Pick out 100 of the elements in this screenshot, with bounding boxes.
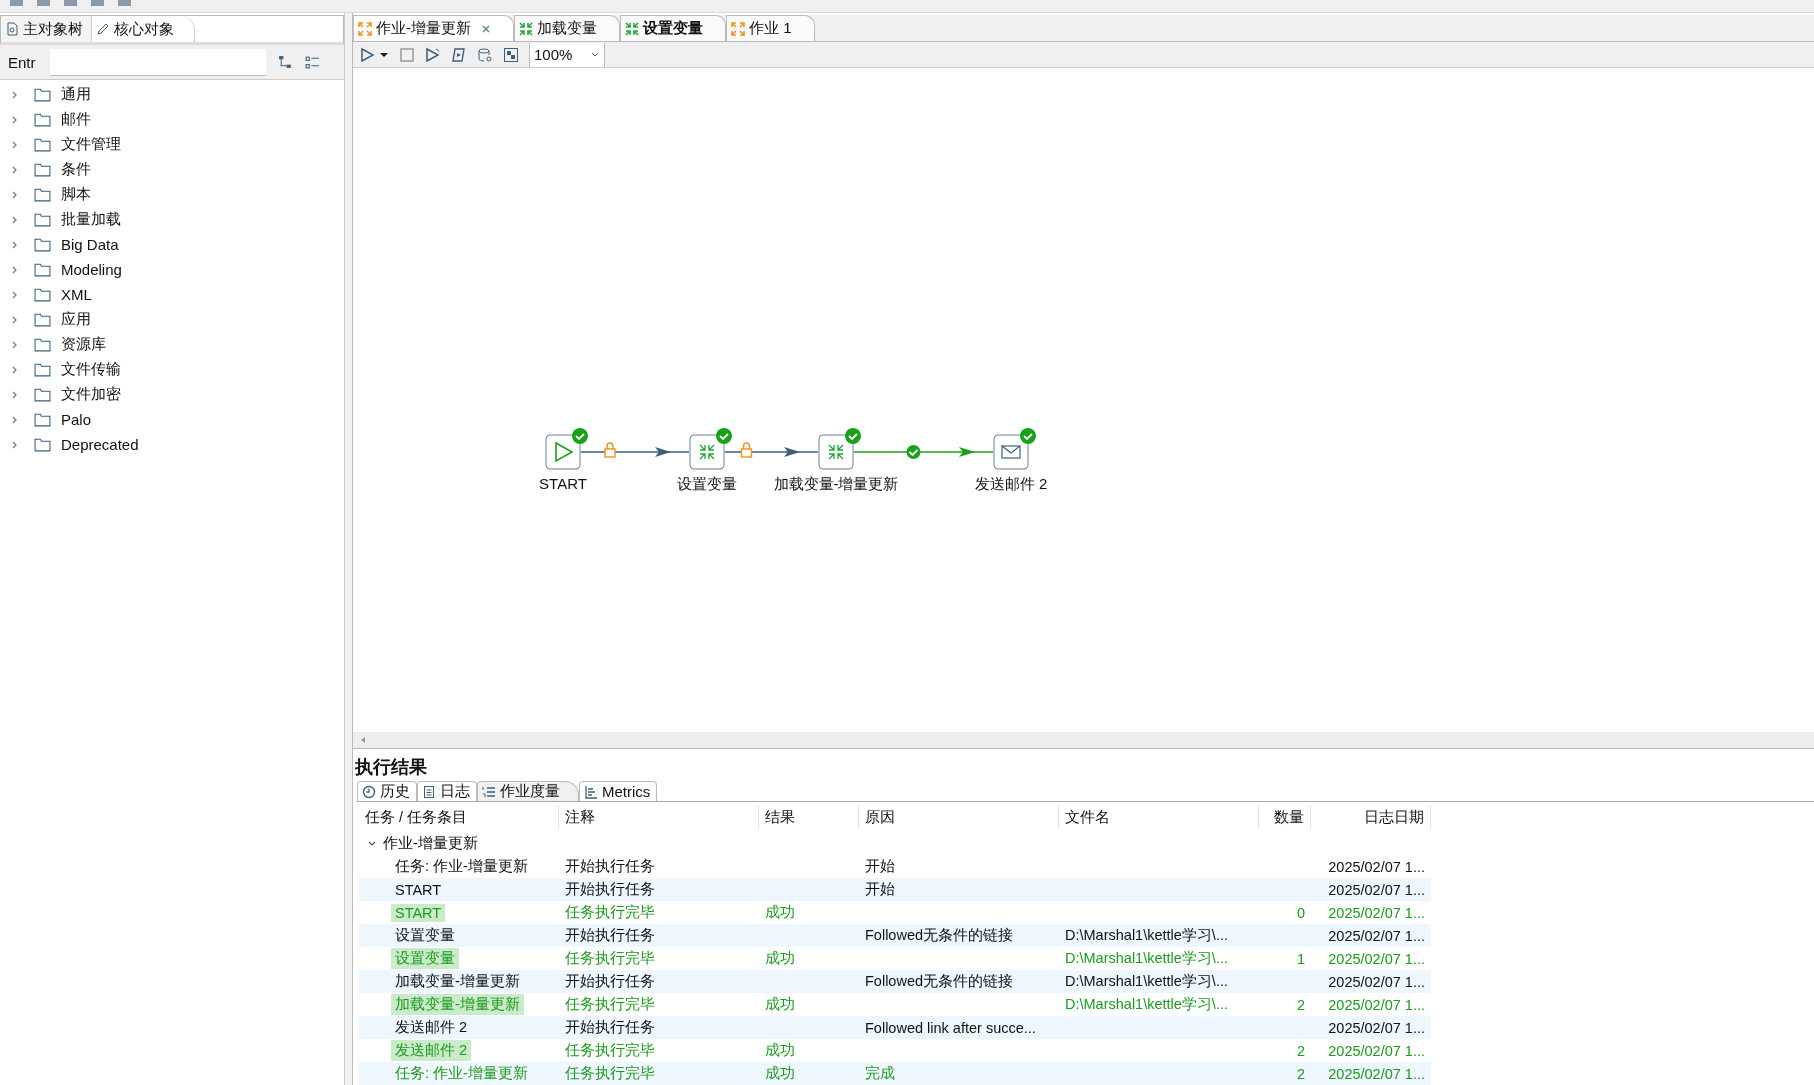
notepad-icon [422, 784, 436, 799]
editor-tab[interactable]: 作业 1 [726, 15, 815, 41]
table-cell: 2025/02/07 1... [1328, 996, 1425, 1013]
folder-icon [34, 362, 51, 377]
column-header[interactable]: 日志日期 [1311, 805, 1431, 829]
results-tab[interactable]: 日志 [417, 781, 477, 801]
node-label: 发送邮件 2 [974, 475, 1048, 492]
tree-item[interactable]: 批量加载 [61, 210, 121, 229]
column-header[interactable]: 文件名 [1059, 805, 1259, 829]
table-cell: 2025/02/07 1... [1328, 904, 1425, 921]
tree-item[interactable]: 邮件 [61, 110, 91, 129]
transformation-node[interactable] [818, 434, 854, 470]
hop-arrow[interactable] [853, 447, 994, 457]
table-cell-text: START [394, 880, 443, 899]
tree-item[interactable]: XML [61, 286, 92, 303]
lock-icon [604, 442, 616, 458]
node-label: START [539, 475, 587, 492]
tree-item[interactable]: Big Data [61, 236, 119, 253]
grid-icon[interactable] [503, 46, 519, 63]
list-icon[interactable] [305, 54, 320, 70]
table-cell: 开始执行任务 [565, 858, 655, 874]
results-tab[interactable]: 历史 [357, 781, 417, 801]
panel-tab[interactable]: 主对象树 [1, 16, 92, 42]
folder-icon [34, 237, 51, 252]
column-header[interactable]: 结果 [759, 805, 859, 829]
table-cell: 开始执行任务 [565, 973, 655, 989]
tree-item[interactable]: Modeling [61, 261, 122, 278]
close-icon[interactable] [481, 23, 491, 34]
hop-arrow[interactable] [580, 447, 690, 457]
folder-icon [34, 337, 51, 352]
table-cell: 2025/02/07 1... [1328, 1065, 1425, 1082]
folder-icon [34, 262, 51, 277]
tree-item[interactable]: Deprecated [61, 436, 139, 453]
table-cell: 1 [1296, 950, 1305, 967]
table-cell: Followed link after succe... [865, 1019, 1036, 1036]
table-cell: 成功 [765, 996, 795, 1012]
run-icon[interactable] [359, 46, 375, 63]
table-cell: D:\Marshal1\kettle学习\... [1065, 996, 1228, 1012]
folder-icon [34, 187, 51, 202]
tree-item[interactable]: 文件传输 [61, 360, 121, 379]
tree-item[interactable]: 文件管理 [61, 135, 121, 154]
column-header[interactable]: 数量 [1259, 805, 1311, 829]
folder-icon [34, 287, 51, 302]
results-tab[interactable]: Metrics [579, 781, 658, 801]
results-title: 执行结果 [354, 756, 428, 779]
document-icon [5, 22, 19, 36]
hierarchy-icon[interactable] [278, 54, 293, 70]
tree-item[interactable]: 条件 [61, 160, 91, 179]
tree-item[interactable]: 作业-增量更新 [383, 834, 478, 853]
column-header[interactable]: 原因 [859, 805, 1059, 829]
check-icon [906, 445, 921, 459]
column-header[interactable]: 注释 [559, 805, 759, 829]
tree-item[interactable]: Palo [61, 411, 92, 428]
node-label: 加载变量-增量更新 [773, 475, 899, 492]
table-cell: 开始 [865, 858, 895, 874]
folder-icon [34, 162, 51, 177]
table-cell: 开始执行任务 [565, 927, 655, 943]
database-search-icon[interactable] [477, 46, 493, 63]
tree-item[interactable]: 文件加密 [61, 385, 121, 404]
hop-arrow[interactable] [724, 447, 819, 457]
tree-item[interactable]: 通用 [61, 85, 91, 104]
start-node[interactable] [545, 434, 581, 470]
editor-tab[interactable]: 设置变量 [620, 15, 726, 41]
results-tab[interactable]: 作业度量 [477, 781, 579, 801]
table-cell: 开始执行任务 [565, 1019, 655, 1035]
scroll-bar[interactable] [353, 732, 1814, 748]
filter-label: Entr [8, 53, 37, 71]
tree-item[interactable]: 脚本 [61, 185, 91, 204]
table-cell: D:\Marshal1\kettle学习\... [1065, 927, 1228, 943]
table-cell: 2025/02/07 1... [1328, 950, 1425, 967]
table-cell: D:\Marshal1\kettle学习\... [1065, 973, 1228, 989]
folder-icon [34, 137, 51, 152]
table-cell: 2025/02/07 1... [1328, 973, 1425, 990]
preview-icon[interactable] [425, 46, 441, 63]
table-cell: 成功 [765, 950, 795, 966]
editor-tab[interactable]: 加载变量 [514, 15, 620, 41]
table-cell: 开始 [865, 881, 895, 897]
zoom-dropdown[interactable]: 100% [529, 42, 605, 67]
table-cell: 任务执行完毕 [565, 950, 655, 966]
folder-icon [34, 212, 51, 227]
table-cell: Followed无条件的链接 [865, 973, 1014, 989]
table-cell: D:\Marshal1\kettle学习\... [1065, 950, 1228, 966]
table-cell: 设置变量 [391, 948, 459, 969]
table-cell-text: 设置变量 [394, 926, 456, 945]
table-cell-text: 任务: 作业-增量更新 [394, 857, 529, 876]
filter-field[interactable] [50, 48, 266, 76]
tree-item[interactable]: 应用 [61, 310, 91, 329]
transformation-node[interactable] [689, 434, 725, 470]
script-icon[interactable] [451, 46, 467, 63]
table-cell: 2025/02/07 1... [1328, 1042, 1425, 1059]
folder-icon [34, 387, 51, 402]
table-cell: 开始执行任务 [565, 881, 655, 897]
table-cell: 2 [1296, 996, 1305, 1013]
chart-icon [584, 784, 598, 799]
mail-node[interactable] [993, 434, 1029, 470]
tree-item[interactable]: 资源库 [61, 335, 106, 354]
editor-tab[interactable]: 作业-增量更新 [353, 15, 514, 41]
table-cell: 2 [1296, 1042, 1305, 1059]
table-cell: 任务执行完毕 [565, 996, 655, 1012]
column-header[interactable]: 任务 / 任务条目 [359, 805, 559, 829]
